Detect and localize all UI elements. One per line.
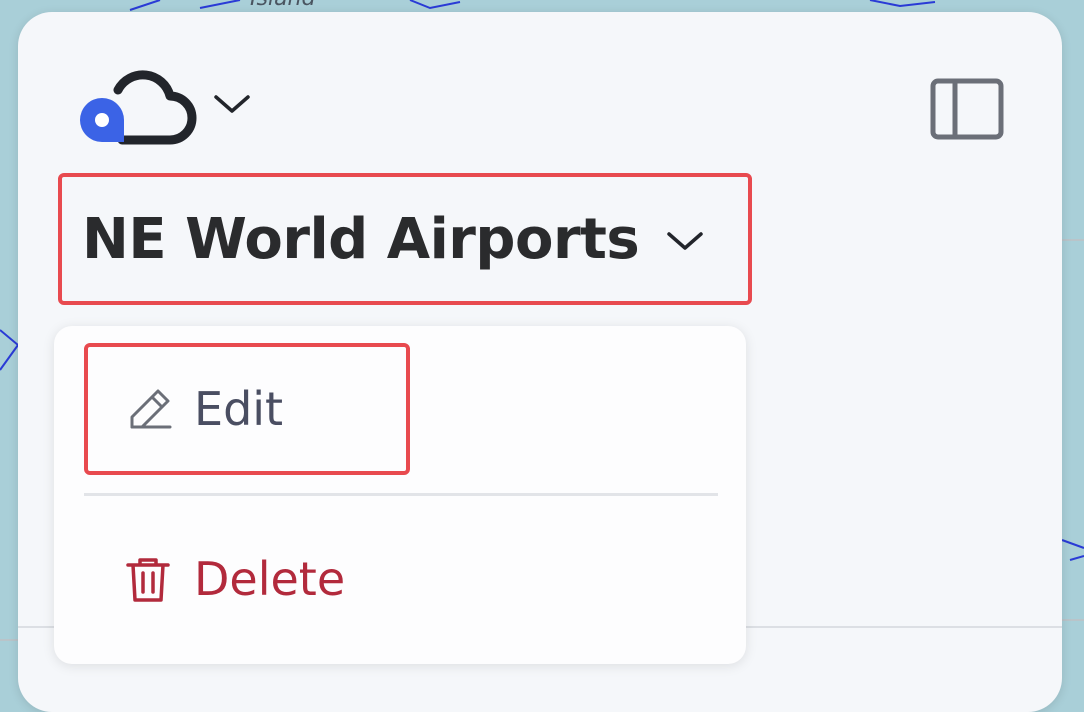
pencil-icon [130, 389, 172, 429]
sidebar-panel-icon [930, 78, 1004, 140]
chevron-down-icon [667, 232, 703, 250]
trash-icon [126, 558, 170, 602]
app-logo-menu-button[interactable] [78, 68, 268, 148]
edit-menu-item[interactable]: Edit [84, 343, 410, 475]
delete-label: Delete [194, 552, 346, 606]
delete-menu-item[interactable]: Delete [84, 520, 504, 638]
sidebar-toggle-button[interactable] [928, 76, 1006, 142]
map-place-label: Island [250, 0, 315, 11]
edit-label: Edit [194, 382, 284, 436]
menu-divider [84, 493, 718, 496]
map-title: NE World Airports [82, 206, 640, 272]
chevron-down-icon [214, 95, 250, 113]
map-title-selector[interactable]: NE World Airports [58, 173, 752, 305]
cloud-map-pin-logo-icon [80, 70, 197, 145]
